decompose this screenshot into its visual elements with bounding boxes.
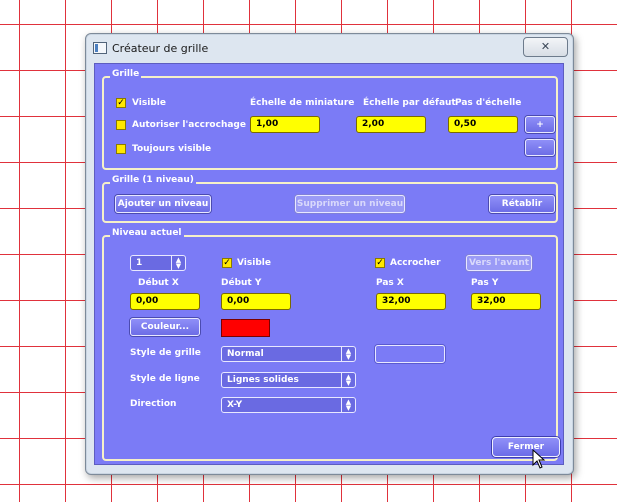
snap-label: Autoriser l'accrochage	[132, 120, 246, 130]
grille-legend: Grille	[110, 69, 142, 79]
grid-style-label: Style de grille	[130, 348, 201, 358]
step-x-input[interactable]: 32,00	[376, 293, 446, 310]
preview-box	[375, 345, 445, 363]
grille-group: Grille ✓ Visible Échelle de miniature Éc…	[102, 69, 558, 170]
direction-label: Direction	[130, 399, 177, 409]
bring-forward-button[interactable]: Vers l'avant	[466, 255, 532, 271]
scale-plus-button[interactable]: +	[525, 116, 555, 133]
reset-button[interactable]: Rétablir	[489, 195, 555, 213]
visible-checkbox[interactable]: ✓	[116, 98, 126, 108]
add-level-button[interactable]: Ajouter un niveau	[115, 195, 211, 213]
step-x-label: Pas X	[376, 278, 404, 288]
line-style-label: Style de ligne	[130, 374, 200, 384]
line-style-select[interactable]: Lignes solides ▲ ▼	[221, 372, 356, 388]
grid-style-value: Normal	[227, 349, 264, 359]
current-level-legend: Niveau actuel	[110, 228, 184, 238]
always-visible-checkbox[interactable]	[116, 144, 126, 154]
direction-select[interactable]: X-Y ▲ ▼	[221, 397, 356, 413]
chevron-updown-icon: ▲ ▼	[341, 398, 355, 412]
snap-checkbox[interactable]	[116, 120, 126, 130]
current-level-group: Niveau actuel 1 ▲ ▼ ✓ Visible ✓ Accrocher…	[102, 228, 558, 461]
grid-creator-window: Créateur de grille ✕ Grille ✓ Visible Éc…	[85, 33, 574, 475]
spinner-arrows-icon[interactable]: ▲ ▼	[171, 256, 185, 270]
levels-legend: Grille (1 niveau)	[110, 175, 196, 185]
close-icon[interactable]: ✕	[523, 37, 568, 57]
levels-group: Grille (1 niveau) Ajouter un niveau Supp…	[102, 175, 558, 223]
scale-step-input[interactable]: 0,50	[448, 116, 518, 133]
color-swatch[interactable]	[221, 319, 270, 337]
mouse-cursor-icon	[532, 449, 546, 469]
window-title: Créateur de grille	[112, 42, 209, 55]
visible-label: Visible	[132, 98, 166, 108]
scale-step-header: Pas d'échelle	[455, 98, 522, 108]
step-y-label: Pas Y	[471, 278, 499, 288]
start-y-input[interactable]: 0,00	[221, 293, 291, 310]
level-spinner[interactable]: 1 ▲ ▼	[130, 255, 186, 271]
scale-minus-button[interactable]: -	[525, 139, 555, 156]
remove-level-button[interactable]: Supprimer un niveau	[295, 195, 405, 213]
level-visible-checkbox[interactable]: ✓	[222, 258, 232, 268]
default-scale-header: Échelle par défaut	[363, 98, 456, 108]
chevron-updown-icon: ▲ ▼	[341, 373, 355, 387]
grid-style-select[interactable]: Normal ▲ ▼	[221, 346, 356, 362]
start-y-label: Début Y	[221, 278, 262, 288]
level-snap-label: Accrocher	[390, 258, 441, 268]
dialog-body: Grille ✓ Visible Échelle de miniature Éc…	[94, 63, 564, 465]
start-x-label: Début X	[138, 278, 179, 288]
level-visible-label: Visible	[237, 258, 271, 268]
line-style-value: Lignes solides	[227, 375, 299, 385]
always-visible-label: Toujours visible	[132, 144, 212, 154]
default-scale-input[interactable]: 2,00	[356, 116, 426, 133]
chevron-updown-icon: ▲ ▼	[341, 347, 355, 361]
title-bar[interactable]: Créateur de grille ✕	[86, 34, 573, 62]
thumb-scale-header: Échelle de miniature	[250, 98, 355, 108]
start-x-input[interactable]: 0,00	[130, 293, 200, 310]
color-button[interactable]: Couleur...	[130, 318, 200, 336]
direction-value: X-Y	[227, 400, 243, 410]
close-button[interactable]: Fermer	[492, 437, 560, 457]
level-spinner-value: 1	[136, 258, 143, 268]
thumb-scale-input[interactable]: 1,00	[250, 116, 320, 133]
step-y-input[interactable]: 32,00	[471, 293, 541, 310]
level-snap-checkbox[interactable]: ✓	[375, 258, 385, 268]
window-app-icon	[93, 42, 107, 54]
